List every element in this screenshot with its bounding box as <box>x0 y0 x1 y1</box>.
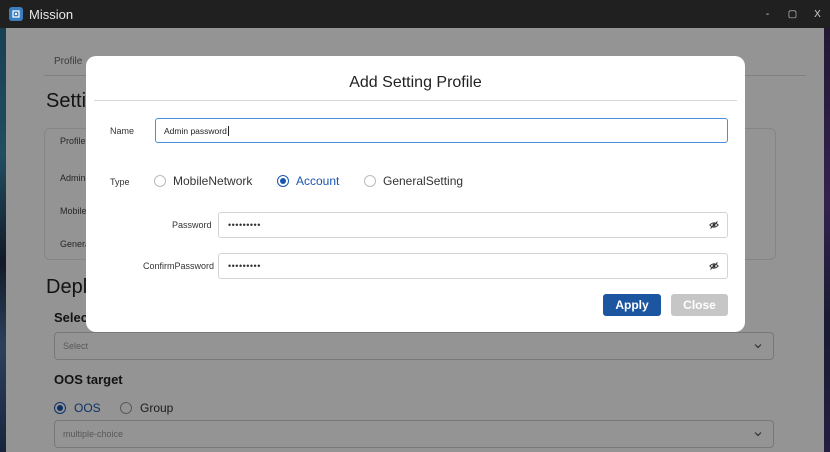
dialog-title: Add Setting Profile <box>349 74 482 91</box>
close-window-button[interactable]: X <box>805 0 830 28</box>
apply-button[interactable]: Apply <box>603 294 661 316</box>
radio-account-label: Account <box>296 174 340 188</box>
minimize-button[interactable]: - <box>755 0 780 28</box>
radio-generalsetting-label: GeneralSetting <box>383 174 464 188</box>
radio-account-dot <box>277 175 289 187</box>
name-input-value: Admin password <box>164 125 227 136</box>
confirm-password-input[interactable]: ••••••••• <box>218 253 728 279</box>
window-titlebar[interactable]: Mission - ▢ X <box>0 0 830 28</box>
type-label: Type <box>110 177 130 187</box>
password-input[interactable]: ••••••••• <box>218 212 728 238</box>
radio-generalsetting[interactable]: GeneralSetting <box>364 174 463 188</box>
close-button[interactable]: Close <box>671 294 728 316</box>
add-setting-profile-dialog: Add Setting Profile Name Admin password … <box>86 56 745 332</box>
app-logo-icon <box>9 7 23 21</box>
text-caret <box>227 125 229 136</box>
dialog-divider <box>94 100 737 101</box>
password-value: ••••••••• <box>228 220 261 230</box>
radio-generalsetting-dot <box>364 175 376 187</box>
eye-icon[interactable] <box>709 220 719 230</box>
maximize-button[interactable]: ▢ <box>780 0 805 28</box>
radio-account[interactable]: Account <box>277 174 339 188</box>
radio-mobilenetwork[interactable]: MobileNetwork <box>154 174 252 188</box>
radio-mobilenetwork-label: MobileNetwork <box>173 174 253 188</box>
password-label: Password <box>172 220 212 230</box>
eye-icon[interactable] <box>709 261 719 271</box>
radio-mobilenetwork-dot <box>154 175 166 187</box>
confirm-password-value: ••••••••• <box>228 261 261 271</box>
name-label: Name <box>110 126 135 136</box>
name-input[interactable]: Admin password <box>155 118 728 143</box>
window-title: Mission <box>29 6 74 22</box>
confirm-password-label: ConfirmPassword <box>143 261 215 271</box>
